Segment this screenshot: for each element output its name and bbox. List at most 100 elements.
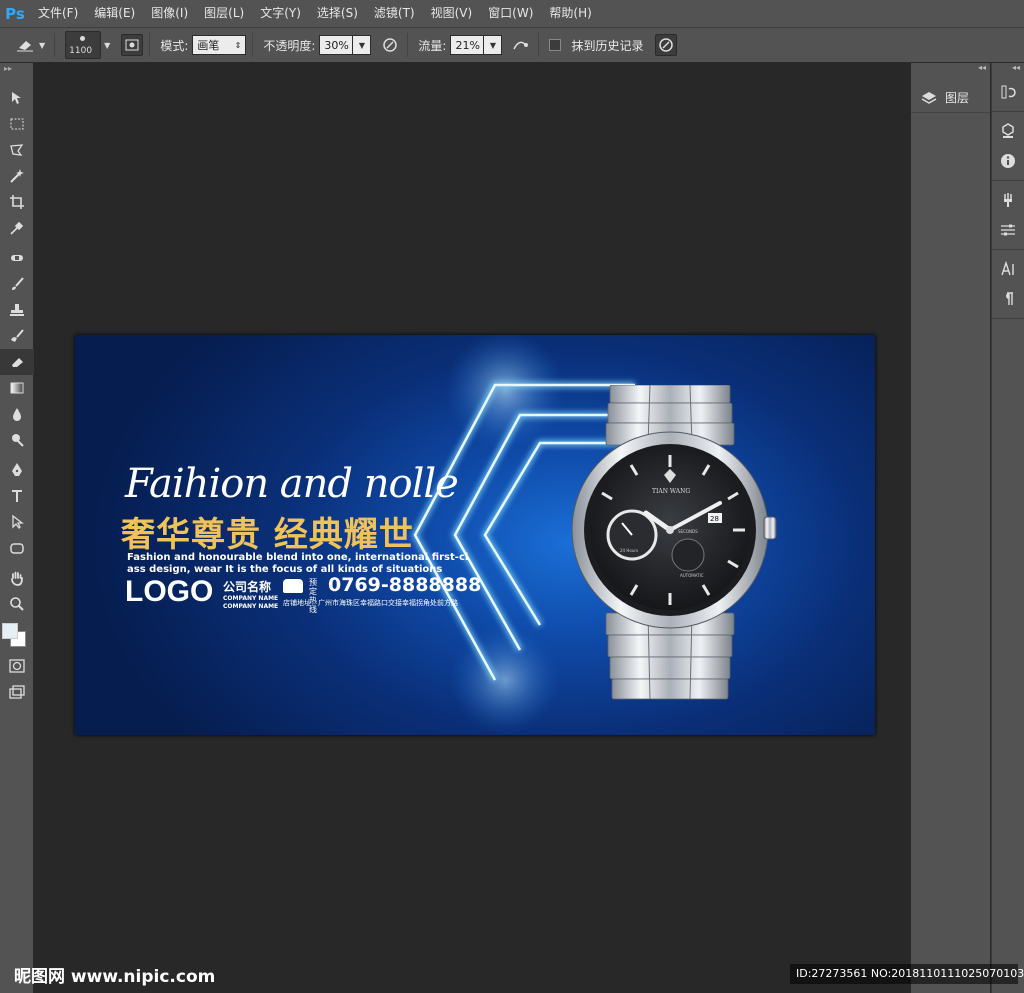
opacity-label: 不透明度: [263,38,316,53]
eraser-tool-preset-icon[interactable] [14,34,36,56]
brush-presets-panel-icon[interactable] [992,185,1024,215]
type-tool-icon[interactable] [0,483,34,509]
screen-mode-icon[interactable] [0,679,34,705]
menu-select[interactable]: 选择(S) [309,0,366,27]
menu-edit[interactable]: 编辑(E) [86,0,143,27]
blur-tool-icon[interactable] [0,401,34,427]
watch-image: 24 Hours SECONDS AUTOMATIC 28 TIAN WANG [571,385,777,700]
strip-collapse-icon[interactable]: ◂◂ [992,63,1024,73]
path-selection-tool-icon[interactable] [0,509,34,535]
options-bar: ▼ 1100 ▼ 模式: 画笔 ⇕ 不透明度: 30% ▼ 流量: 21% ▼ [0,27,1024,63]
opacity-input[interactable]: 30% [319,35,354,55]
dodge-tool-icon[interactable] [0,427,34,453]
menu-layer[interactable]: 图层(L) [196,0,252,27]
properties-panel-icon[interactable] [992,116,1024,146]
logo-text: LOGO [125,575,214,608]
menu-window[interactable]: 窗口(W) [480,0,541,27]
watch-date: 28 [710,515,719,523]
dock-group [992,73,1024,112]
mode-value: 画笔 [197,39,220,52]
color-swatches[interactable] [0,617,34,653]
layers-panel-tab[interactable]: 图层 [911,83,990,113]
flow-dropdown-icon[interactable]: ▼ [484,35,503,55]
menu-type[interactable]: 文字(Y) [252,0,309,27]
document-canvas[interactable]: Faihion and nolle 奢华尊贵 经典耀世 Fashion and … [75,335,875,735]
quick-mask-icon[interactable] [0,653,34,679]
gradient-tool-icon[interactable] [0,375,34,401]
menu-filter[interactable]: 滤镜(T) [366,0,423,27]
brush-dot-icon [80,36,86,41]
separator [149,33,151,57]
tools-panel: ▸▸ [0,63,34,993]
separator [54,33,56,57]
magic-wand-tool-icon[interactable] [0,163,34,189]
lasso-tool-icon[interactable] [0,137,34,163]
foreground-color-swatch[interactable] [2,623,18,639]
brush-dropdown-icon[interactable]: ▼ [104,41,110,50]
info-panel-icon[interactable] [992,146,1024,176]
pressure-size-icon[interactable] [655,34,678,56]
watch-automatic-label: AUTOMATIC [680,573,704,578]
character-panel-icon[interactable] [992,254,1024,284]
pen-tool-icon[interactable] [0,457,34,483]
separator [538,33,540,57]
menu-help[interactable]: 帮助(H) [541,0,599,27]
layers-tab-label: 图层 [945,91,970,105]
menu-image[interactable]: 图像(I) [143,0,196,27]
brush-size-value: 1100 [69,46,93,56]
store-address: 店铺地址：广州市海珠区幸福路口交接幸福拐角处前方路 [283,599,458,607]
company-name-block: 公司名称 COMPANY NAME COMPANY NAME [223,578,278,611]
healing-brush-tool-icon[interactable] [0,245,34,271]
phone-icon [283,579,303,593]
history-panel-icon[interactable] [992,77,1024,107]
zoom-tool-icon[interactable] [0,591,34,617]
move-tool-icon[interactable] [0,85,34,111]
stamp-tool-icon[interactable] [0,297,34,323]
company-name-cn: 公司名称 [223,580,272,594]
canvas-area[interactable]: Faihion and nolle 奢华尊贵 经典耀世 Fashion and … [35,63,910,993]
photoshop-window: Ps 文件(F) 编辑(E) 图像(I) 图层(L) 文字(Y) 选择(S) 滤… [0,0,1024,993]
flow-input[interactable]: 21% [450,35,485,55]
pressure-opacity-icon[interactable] [379,34,401,56]
dock-group [992,250,1024,319]
layers-icon [921,91,937,104]
watch-brand: TIAN WANG [652,488,690,495]
english-description: Fashion and honourable blend into one, i… [127,552,469,575]
erase-to-history-label: 抹到历史记录 [571,38,644,53]
brush-panel-icon[interactable] [121,34,144,56]
script-title: Faihion and nolle [125,461,459,507]
menu-file[interactable]: 文件(F) [30,0,86,27]
menu-view[interactable]: 视图(V) [423,0,481,27]
separator [407,33,409,57]
toolbar-collapse-icon[interactable]: ▸▸ [0,63,33,85]
site-watermark: 昵图网 www.nipic.com [14,967,216,987]
company-name-en: COMPANY NAME [223,603,279,610]
erase-to-history-checkbox[interactable] [549,39,562,51]
brush-size-picker[interactable]: 1100 [65,31,102,59]
eyedropper-tool-icon[interactable] [0,215,34,241]
marquee-tool-icon[interactable] [0,111,34,137]
dock-group [992,112,1024,181]
mode-label: 模式: [160,38,189,53]
hotline-line-1: 预定 [309,578,317,596]
airbrush-icon[interactable] [510,34,532,56]
paragraph-panel-icon[interactable] [992,284,1024,314]
flow-label: 流量: [418,38,447,53]
separator [252,33,254,57]
image-id-watermark: ID:27273561 NO:20181101110250701037 [790,964,1024,984]
adjustments-panel-icon[interactable] [992,215,1024,245]
preset-dropdown-icon[interactable]: ▼ [39,41,45,50]
hand-tool-icon[interactable] [0,565,34,591]
panel-dock: ◂◂ 图层 [910,63,990,993]
menu-bar: Ps 文件(F) 编辑(E) 图像(I) 图层(L) 文字(Y) 选择(S) 滤… [0,0,1024,27]
eraser-tool-icon[interactable] [0,349,34,375]
hotline-label: 预定 热线 [309,578,323,614]
brush-tool-icon[interactable] [0,271,34,297]
history-brush-tool-icon[interactable] [0,323,34,349]
opacity-dropdown-icon[interactable]: ▼ [353,35,372,55]
shape-tool-icon[interactable] [0,535,34,561]
spinner-icon: ⇕ [234,40,242,50]
crop-tool-icon[interactable] [0,189,34,215]
mode-select[interactable]: 画笔 ⇕ [192,35,247,55]
dock-collapse-icon[interactable]: ◂◂ [911,63,990,73]
